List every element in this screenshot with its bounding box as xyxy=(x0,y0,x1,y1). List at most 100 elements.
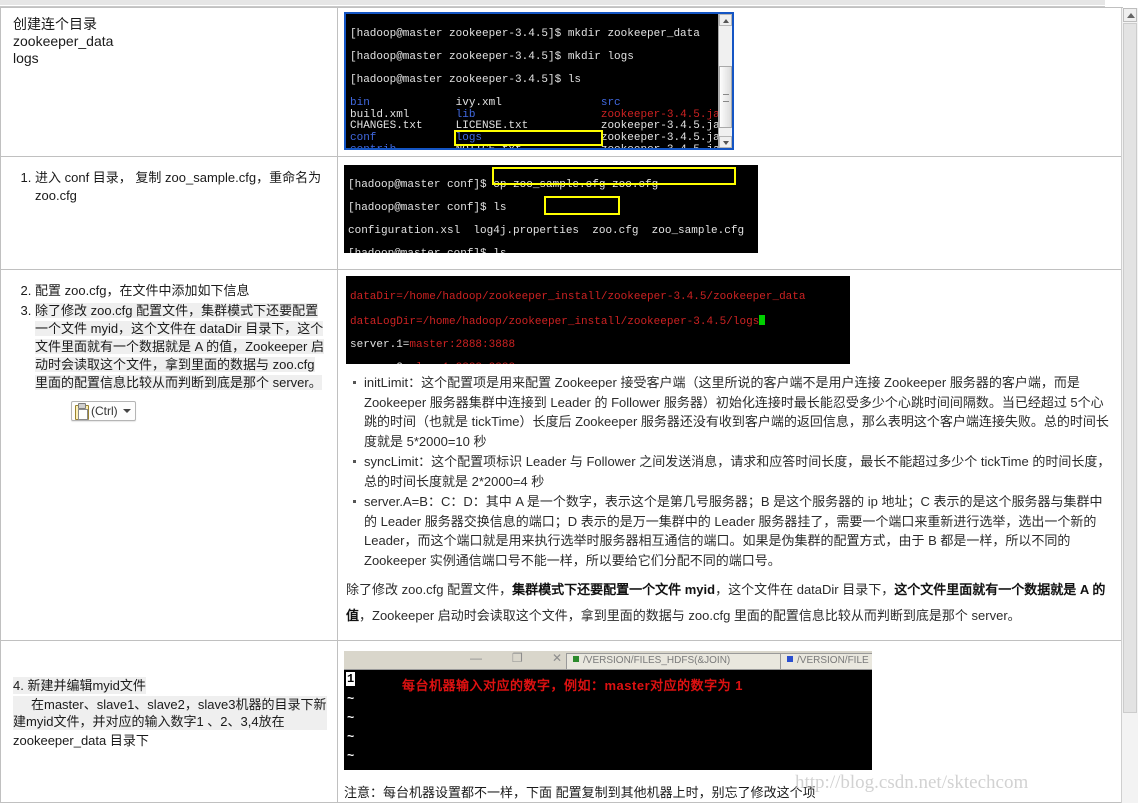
cfg-val-2: master:2888:3888 xyxy=(409,338,516,351)
term1-ls-entry: zookeeper-3.4.5.jar.md5 xyxy=(600,131,732,144)
table-row: 进入 conf 目录， 复制 zoo_sample.cfg，重命名为 zoo.c… xyxy=(0,156,1123,270)
vim-line-number: 1 xyxy=(346,672,356,686)
zoocfg-item-2: 除了修改 zoo.cfg 配置文件，集群模式下还要配置一个文件 myid，这个文… xyxy=(35,303,324,390)
highlight-box-cp-command xyxy=(492,167,736,185)
create-dirs-line-2: zookeeper_data xyxy=(13,33,114,49)
scrollbar-thumb[interactable] xyxy=(719,66,732,128)
vim-tilde: ~ xyxy=(347,730,355,744)
cfg-key-3: server.2= xyxy=(350,362,409,364)
restore-icon[interactable]: ❐ xyxy=(512,651,523,665)
table-row: 4. 新建并编辑myid文件 在master、slave1、slave2，sla… xyxy=(0,640,1123,803)
vim-window-chrome: — ❐ ✕ /VERSION/FILES_HDFS(&JOIN) /VERSIO… xyxy=(344,651,872,670)
vim-cursor xyxy=(759,314,766,325)
term1-ls-entry: contrib xyxy=(350,144,456,148)
cfg-val-1: /home/hadoop/zookeeper_install/zookeeper… xyxy=(422,315,760,328)
scroll-up-icon[interactable] xyxy=(719,14,732,26)
term1-ls-entry: ivy.xml xyxy=(455,97,601,110)
cfg-key-0: dataDir= xyxy=(350,290,403,303)
cell-create-dirs-terminal: [hadoop@master zookeeper-3.4.5]$ mkdir z… xyxy=(337,7,1123,157)
term1-ls-entry: zookeeper-3.4.5.jar.sha1 xyxy=(601,144,732,148)
table-row: 创建连个目录 zookeeper_data logs [hadoop@maste… xyxy=(0,7,1123,157)
cfg-val-3: slave1:2888:3888 xyxy=(409,362,515,364)
zoocfg-list: 配置 zoo.cfg，在文件中添加如下信息 除了修改 zoo.cfg 配置文件，… xyxy=(13,282,327,392)
zoocfg-item-1: 配置 zoo.cfg，在文件中添加如下信息 xyxy=(35,283,250,298)
cell-copy-cfg-terminal: [hadoop@master conf]$ cp zoo_sample.cfg … xyxy=(337,156,1123,270)
list-item: 除了修改 zoo.cfg 配置文件，集群模式下还要配置一个文件 myid，这个文… xyxy=(35,302,327,392)
term1-ls-entry: zookeeper-3.4.5.jar xyxy=(600,108,727,121)
term1-prompt-2: [hadoop@master zookeeper-3.4.5]$ mkdir l… xyxy=(350,50,634,63)
term1-prompt-3: [hadoop@master zookeeper-3.4.5]$ ls xyxy=(350,73,582,86)
term1-ls-entry: zookeeper-3.4.5.jar.asc xyxy=(600,120,732,133)
scroll-down-icon[interactable] xyxy=(719,136,732,148)
cell-zoocfg-text: 配置 zoo.cfg，在文件中添加如下信息 除了修改 zoo.cfg 配置文件，… xyxy=(0,269,338,641)
vim-tab-0-label: /VERSION/FILES_HDFS(&JOIN) xyxy=(583,655,731,666)
vim-tab-1-label: /VERSION/FILE xyxy=(797,655,869,666)
term1-ls-entry: NOTICE.txt xyxy=(456,144,601,148)
myid-heading: 4. 新建并编辑myid文件 xyxy=(13,677,146,694)
myid-summary-paragraph: 除了修改 zoo.cfg 配置文件，集群模式下还要配置一个文件 myid，这个文… xyxy=(346,577,1114,629)
paste-options-label: (Ctrl) xyxy=(91,404,118,418)
vim-editor-body[interactable]: 1 每台机器输入对应的数字，例如：master对应的数字为 1 ~ ~ ~ ~ xyxy=(344,670,872,770)
vim-tilde: ~ xyxy=(347,692,355,706)
paste-options-button[interactable]: (Ctrl) xyxy=(71,401,136,421)
para-part-1: 集群模式下还要配置一个文件 myid xyxy=(512,582,716,597)
vim-tilde: ~ xyxy=(347,711,355,725)
page-scroll-up-icon[interactable] xyxy=(1123,8,1137,22)
term1-ls-entry: lib xyxy=(455,108,601,121)
cfg-key-2: server.1= xyxy=(350,338,410,351)
zoocfg-explanation-bullets: initLimit：这个配置项是用来配置 Zookeeper 接受客户端（这里所… xyxy=(346,373,1114,570)
myid-body: 在master、slave1、slave2，slave3机器的目录下新建myid… xyxy=(13,696,327,730)
page-scrollbar-thumb[interactable] xyxy=(1123,23,1137,713)
table-row: 配置 zoo.cfg，在文件中添加如下信息 除了修改 zoo.cfg 配置文件，… xyxy=(0,269,1123,641)
cell-myid-text: 4. 新建并编辑myid文件 在master、slave1、slave2，sla… xyxy=(0,640,338,803)
myid-note: 注意：每台机器设置都不一样，下面 配置复制到其他机器上时，别忘了修改这个项 xyxy=(344,785,816,800)
page-scrollbar[interactable] xyxy=(1121,8,1138,803)
term1-ls-entry: LICENSE.txt xyxy=(455,120,601,133)
copy-cfg-list: 进入 conf 目录， 复制 zoo_sample.cfg，重命名为 zoo.c… xyxy=(13,169,327,205)
list-item: server.A=B：C：D：其中 A 是一个数字，表示这个是第几号服务器；B … xyxy=(353,492,1114,570)
close-icon[interactable]: ✕ xyxy=(552,651,562,665)
minimize-icon[interactable]: — xyxy=(470,651,482,665)
cell-create-dirs-text: 创建连个目录 zookeeper_data logs xyxy=(0,7,338,157)
cfg-val-0: /home/hadoop/zookeeper_install/zookeeper… xyxy=(402,290,806,303)
terminal-mkdir-ls: [hadoop@master zookeeper-3.4.5]$ mkdir z… xyxy=(344,12,734,150)
terminal1-scrollbar[interactable] xyxy=(718,14,732,148)
create-dirs-line-1: 创建连个目录 xyxy=(13,16,97,32)
list-item: initLimit：这个配置项是用来配置 Zookeeper 接受客户端（这里所… xyxy=(353,373,1114,451)
list-item: 配置 zoo.cfg，在文件中添加如下信息 xyxy=(35,282,327,300)
document-top-strip xyxy=(0,0,1138,7)
para-part-2: ，这个文件在 dataDir 目录下， xyxy=(715,582,895,597)
term2-line-2: [hadoop@master conf]$ ls xyxy=(348,201,507,214)
para-part-0: 除了修改 zoo.cfg 配置文件， xyxy=(346,582,513,597)
term2-line-3: configuration.xsl log4j.properties zoo.c… xyxy=(348,224,745,237)
chevron-down-icon[interactable] xyxy=(122,409,131,413)
list-item: 进入 conf 目录， 复制 zoo_sample.cfg，重命名为 zoo.c… xyxy=(35,169,327,205)
term1-listing-slot: bin ivy.xml src build.xml lib zookeeper-… xyxy=(350,97,732,148)
term2-line-4: [hadoop@master conf]$ ls xyxy=(348,248,506,253)
highlight-box-zoocfg xyxy=(544,196,620,215)
vim-red-annotation: 每台机器输入对应的数字，例如：master对应的数字为 1 xyxy=(402,678,743,693)
vim-tilde: ~ xyxy=(347,749,355,763)
create-dirs-line-3: logs xyxy=(13,50,39,66)
list-item: syncLimit：这个配置项标识 Leader 与 Follower 之间发送… xyxy=(353,452,1114,491)
term1-prompt-1: [hadoop@master zookeeper-3.4.5]$ mkdir z… xyxy=(350,27,700,40)
para-part-4: ，Zookeeper 启动时会读取这个文件，拿到里面的数据与 zoo.cfg 里… xyxy=(359,608,1021,623)
term1-ls-entry: build.xml xyxy=(350,108,456,121)
cell-copy-cfg-text: 进入 conf 目录， 复制 zoo_sample.cfg，重命名为 zoo.c… xyxy=(0,156,338,270)
vim-tab-1[interactable]: /VERSION/FILE xyxy=(780,653,872,669)
clipboard-icon xyxy=(74,403,89,420)
document-table: 创建连个目录 zookeeper_data logs [hadoop@maste… xyxy=(0,7,1123,803)
cfg-key-1: dataLogDir= xyxy=(350,315,423,328)
terminal-cp-zoocfg: [hadoop@master conf]$ cp zoo_sample.cfg … xyxy=(344,165,758,253)
term1-ls-entry: CHANGES.txt xyxy=(350,120,456,133)
term1-ls-entry: src xyxy=(600,97,621,110)
cell-myid-vim: — ❐ ✕ /VERSION/FILES_HDFS(&JOIN) /VERSIO… xyxy=(337,640,1123,803)
terminal-zoocfg-content: dataDir=/home/hadoop/zookeeper_install/z… xyxy=(346,276,850,364)
myid-tail: zookeeper_data 目录下 xyxy=(13,733,149,748)
vim-myid-screenshot: — ❐ ✕ /VERSION/FILES_HDFS(&JOIN) /VERSIO… xyxy=(344,651,872,770)
cell-zoocfg-terminal-and-notes: dataDir=/home/hadoop/zookeeper_install/z… xyxy=(337,269,1123,641)
vim-tab-0[interactable]: /VERSION/FILES_HDFS(&JOIN) xyxy=(566,653,785,669)
term1-ls-entry: bin xyxy=(350,97,456,110)
term1-ls-entry: conf xyxy=(350,131,456,144)
term1-ls-entry: logs xyxy=(453,129,603,146)
